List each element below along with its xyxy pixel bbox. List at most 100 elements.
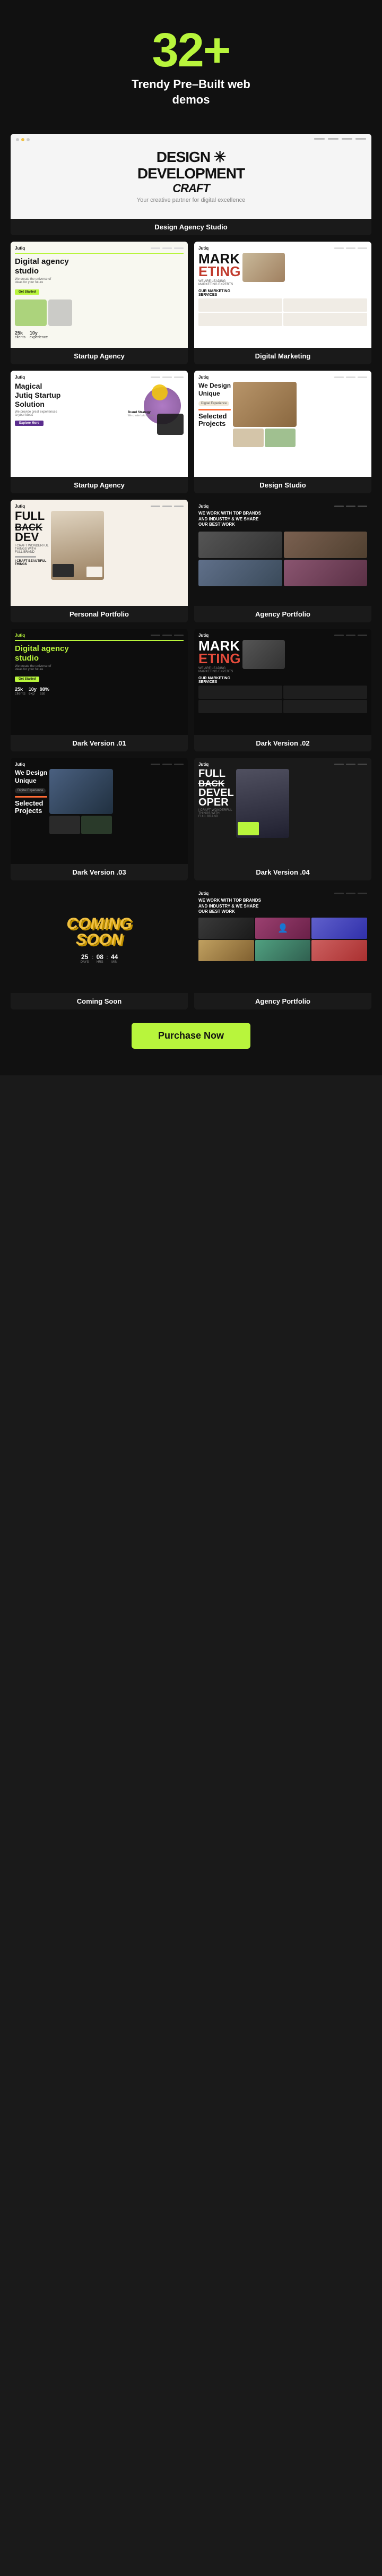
left-col: We DesignUnique Digital Experience Selec… (198, 382, 231, 427)
coming-soon-preview: COMINGSOON 25 DAYS : 08 HRS : 44 MIN (11, 887, 188, 993)
portfolio-main: WE WORK WITH TOP BRANDSAND INDUSTRY & WE… (198, 511, 367, 586)
mockup-header: Jutiq (198, 246, 367, 251)
days-num: 25 (81, 953, 89, 961)
person-image (51, 511, 104, 580)
nav-item (174, 376, 184, 378)
demo-card-startup-agency-1[interactable]: Jutiq Digital agencystudio We create the… (11, 242, 188, 364)
brand-logo: Jutiq (15, 375, 25, 380)
marketing-preview: Jutiq MARKETING WE ARE LEADINGMARKETING … (194, 242, 371, 348)
brand-logo: Jutiq (198, 891, 209, 896)
days-counter: 25 DAYS (81, 953, 89, 964)
dark-v02-preview: Jutiq MARKETING WE ARE LEADINGMARKETING … (194, 629, 371, 735)
purchase-button[interactable]: Purchase Now (132, 1023, 250, 1049)
dark-card (157, 414, 184, 435)
nav-item (151, 506, 160, 507)
header-subtitle: Trendy Pre–Built webdemos (11, 77, 371, 107)
image-row (15, 299, 184, 326)
demo-label-design-studio: Design Studio (194, 477, 371, 493)
dark3-selected: SelectedProjects (15, 800, 47, 815)
portfolio-text: WE WORK WITH TOP BRANDSAND INDUSTRY & WE… (198, 511, 367, 527)
separator: : (92, 953, 94, 964)
service-item (283, 700, 367, 713)
dark-hero-img (242, 640, 285, 669)
demo-card-digital-marketing[interactable]: Jutiq MARKETING WE ARE LEADINGMARKETING … (194, 242, 371, 364)
right-content (242, 253, 285, 282)
mockup-header: Jutiq (198, 762, 367, 767)
service-item (198, 700, 282, 713)
nav-item (358, 635, 367, 636)
nav-item (355, 138, 366, 140)
demo-card-dark-v02[interactable]: Jutiq MARKETING WE ARE LEADINGMARKETING … (194, 629, 371, 751)
demo-card-dark-v04[interactable]: Jutiq FULLBACKDEVELOPER I CRAFT WONDERFU… (194, 758, 371, 880)
demo-card-agency-portfolio-2[interactable]: Jutiq WE WORK WITH TOP BRANDSAND INDUSTR… (194, 887, 371, 1009)
mockup-header: Jutiq (198, 633, 367, 638)
startup1-preview: Jutiq Digital agencystudio We create the… (11, 242, 188, 348)
demo-card-dark-v01[interactable]: Jutiq Digital agencystudio We create the… (11, 629, 188, 751)
header-section: 32+ Trendy Pre–Built webdemos (11, 16, 371, 123)
orange-bar (198, 409, 231, 410)
dark3-content: We DesignUnique Digital Experience Selec… (15, 769, 184, 834)
dark4-person-img (236, 769, 289, 838)
ap2-img (311, 940, 367, 961)
demo-card-design-studio[interactable]: Jutiq We DesignUnique Digital Experience… (194, 371, 371, 493)
dark-v04-preview: Jutiq FULLBACKDEVELOPER I CRAFT WONDERFU… (194, 758, 371, 864)
nav-item (346, 376, 355, 378)
agency-title-line2: DEVELOPMENT (137, 166, 245, 182)
portfolio-img (198, 560, 282, 586)
design-agency-preview: DESIGN ✳ DEVELOPMENT CRAFT Your creative… (11, 134, 371, 219)
mins-label: MIN (111, 961, 118, 964)
portfolio-grid (198, 532, 367, 586)
fullstack-title: FULLBACKDEV (15, 511, 49, 542)
dot2 (21, 138, 24, 141)
left-col: FULLBACKDEVELOPER I CRAFT WONDERFULTHING… (198, 769, 234, 838)
demo-label-coming-soon: Coming Soon (11, 993, 188, 1009)
stat-item: 98%sat (40, 687, 49, 696)
services-title: OUR MARKETINGSERVICES (198, 289, 367, 297)
agency-content: DESIGN ✳ DEVELOPMENT CRAFT (137, 149, 245, 195)
mockup-nav (334, 376, 367, 378)
demo-card-agency-portfolio-1[interactable]: Jutiq WE WORK WITH TOP BRANDSAND INDUSTR… (194, 500, 371, 622)
dark-marketing-sub: WE ARE LEADINGMARKETING EXPERTS (198, 667, 240, 673)
nav-item (358, 247, 367, 249)
startup-sub: We create the universe ofideas for your … (15, 278, 184, 284)
ap2-grid: 👤 (198, 918, 367, 961)
ap2-img-person: 👤 (255, 918, 311, 939)
demo-card-coming-soon[interactable]: COMINGSOON 25 DAYS : 08 HRS : 44 MIN (11, 887, 188, 1009)
services-label: OUR MARKETINGSERVICES (198, 677, 367, 684)
services-grid (198, 298, 367, 326)
accent-border (15, 253, 184, 254)
demo-card-dark-v03[interactable]: Jutiq We DesignUnique Digital Experience… (11, 758, 188, 880)
demo-card-design-agency-studio[interactable]: DESIGN ✳ DEVELOPMENT CRAFT Your creative… (11, 134, 371, 235)
startup2-preview: Jutiq MagicalJutiq StartupSolution We pr… (11, 371, 188, 477)
mockup-header: Jutiq (15, 762, 184, 767)
nav-item (162, 376, 172, 378)
right-col (49, 769, 113, 834)
demo-label-agency-portfolio1: Agency Portfolio (194, 606, 371, 622)
nav-item (174, 506, 184, 507)
dark-stats: 25kclients 10yexp 98%sat (15, 687, 184, 696)
left-content: MARKETING WE ARE LEADINGMARKETING EXPERT… (198, 640, 240, 673)
nav-item (162, 764, 172, 765)
dark3-badge: Digital Experience (15, 788, 46, 793)
nav-item (342, 138, 352, 140)
portfolio-img (198, 532, 282, 558)
small-img (81, 816, 112, 834)
brand-logo: Jutiq (15, 246, 25, 251)
we-design: We DesignUnique (198, 382, 231, 397)
startup-title: Digital agencystudio (15, 257, 184, 276)
dark-mark-title: MARKETING (198, 640, 240, 665)
demos-grid: DESIGN ✳ DEVELOPMENT CRAFT Your creative… (11, 134, 371, 1009)
nav-item (174, 764, 184, 765)
demo-card-startup-agency-2[interactable]: Jutiq MagicalJutiq StartupSolution We pr… (11, 371, 188, 493)
demo-card-personal-portfolio[interactable]: Jutiq FULLBACKDEV I CRAFT WONDERFULTHING… (11, 500, 188, 622)
header-number: 32+ (11, 27, 371, 74)
dark4-sub: I CRAFT WONDERFULTHINGS WITHFULL BRAND (198, 809, 234, 818)
cta-button: Get Started (15, 289, 39, 295)
experience-badge: Digital Experience (198, 401, 229, 406)
nav-item (358, 376, 367, 378)
nav-item (346, 635, 355, 636)
project-image (233, 382, 297, 427)
brand-logo: Jutiq (198, 633, 209, 638)
countdown-row: 25 DAYS : 08 HRS : 44 MIN (81, 953, 118, 964)
nav-item (358, 764, 367, 765)
